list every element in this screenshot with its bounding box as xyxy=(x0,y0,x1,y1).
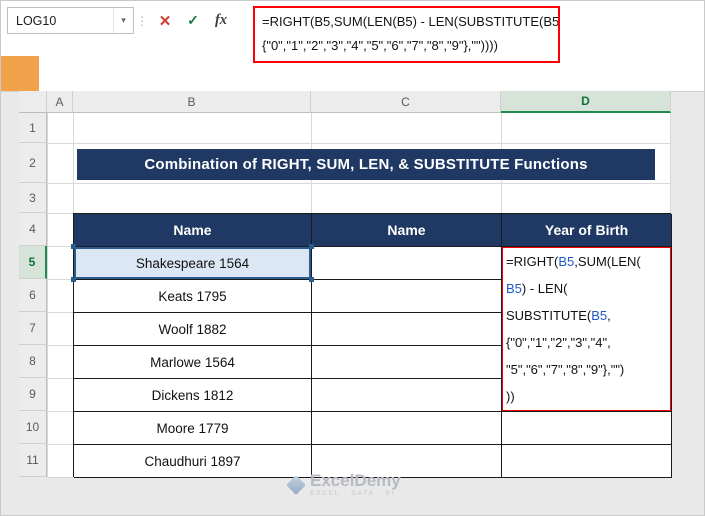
cell-C6[interactable] xyxy=(312,280,502,313)
row-header-3[interactable]: 3 xyxy=(19,183,47,213)
selection-handle[interactable] xyxy=(309,244,314,249)
row-header-10[interactable]: 10 xyxy=(19,411,47,444)
chevron-down-icon[interactable]: ▾ xyxy=(113,8,133,33)
d5-formula-line: =RIGHT(B5,SUM(LEN( xyxy=(506,254,641,269)
watermark-brand: ExcelDemy xyxy=(310,471,401,490)
cell-D5-formula[interactable]: =RIGHT(B5,SUM(LEN( B5) - LEN( SUBSTITUTE(B… xyxy=(502,247,672,412)
cell-C7[interactable] xyxy=(312,313,502,346)
d5-formula-line: SUBSTITUTE(B5, xyxy=(506,308,611,323)
column-header-A[interactable]: A xyxy=(47,91,73,113)
row-header-11[interactable]: 11 xyxy=(19,444,47,477)
title-banner: Combination of RIGHT, SUM, LEN, & SUBSTI… xyxy=(77,149,655,180)
d5-formula-line: {"0","1","2","3","4", xyxy=(506,335,611,350)
exceldemy-logo-icon xyxy=(286,474,306,495)
gridline xyxy=(47,113,48,477)
formula-bar-handle-icon[interactable]: ⋮ xyxy=(135,8,149,33)
table-header-year[interactable]: Year of Birth xyxy=(502,214,672,247)
cell-D10[interactable] xyxy=(502,412,672,445)
row-header-7[interactable]: 7 xyxy=(19,312,47,345)
row-header-5[interactable]: 5 xyxy=(19,246,47,279)
row-header-9[interactable]: 9 xyxy=(19,378,47,411)
selection-frame xyxy=(74,247,311,279)
column-header-C[interactable]: C xyxy=(311,91,501,113)
row-header-4[interactable]: 4 xyxy=(19,213,47,246)
formula-line: =RIGHT(B5,SUM(LEN(B5) - LEN(SUBSTITUTE(B… xyxy=(262,14,560,29)
enter-icon[interactable]: ✓ xyxy=(181,8,205,33)
cell-C8[interactable] xyxy=(312,346,502,379)
gridline xyxy=(47,143,671,144)
cell-B7[interactable]: Woolf 1882 xyxy=(74,313,312,346)
table-header-name-b[interactable]: Name xyxy=(74,214,312,247)
select-all-corner[interactable] xyxy=(19,91,47,113)
cell-B10[interactable]: Moore 1779 xyxy=(74,412,312,445)
cell-B9[interactable]: Dickens 1812 xyxy=(74,379,312,412)
d5-formula-line: B5) - LEN( xyxy=(506,281,568,296)
cell-C9[interactable] xyxy=(312,379,502,412)
name-box-value: LOG10 xyxy=(16,13,57,28)
watermark-tagline: EXCEL · DATA · BI xyxy=(310,490,396,497)
insert-function-icon[interactable]: fx xyxy=(209,8,233,33)
formula-line: {"0","1","2","3","4","5","6","7","8","9"… xyxy=(262,38,498,53)
name-box[interactable]: LOG10 ▾ xyxy=(7,7,134,34)
selection-handle[interactable] xyxy=(309,277,314,282)
row-header-6[interactable]: 6 xyxy=(19,279,47,312)
d5-formula-text: =RIGHT(B5,SUM(LEN( B5) - LEN( SUBSTITUTE(B… xyxy=(506,248,669,410)
d5-formula-line: )) xyxy=(506,389,515,404)
column-header-B[interactable]: B xyxy=(73,91,311,113)
row-header-8[interactable]: 8 xyxy=(19,345,47,378)
watermark: ExcelDemy EXCEL · DATA · BI xyxy=(286,471,401,498)
cell-B6[interactable]: Keats 1795 xyxy=(74,280,312,313)
selection-handle[interactable] xyxy=(71,277,76,282)
row-header-2[interactable]: 2 xyxy=(19,143,47,183)
row-header-1[interactable]: 1 xyxy=(19,113,47,143)
cell-B5[interactable]: Shakespeare 1564 xyxy=(71,244,314,282)
d5-formula-line: "5","6","7","8","9"},"") xyxy=(506,362,625,377)
cell-D11[interactable] xyxy=(502,445,672,478)
cell-B11[interactable]: Chaudhuri 1897 xyxy=(74,445,312,478)
table-header-name-c[interactable]: Name xyxy=(312,214,502,247)
cell-C10[interactable] xyxy=(312,412,502,445)
excel-window: LOG10 ▾ ⋮ ✕ ✓ fx =RIGHT(B5,SUM(LEN( B5) -… xyxy=(0,0,705,516)
data-table: Name Name Year of Birth Shakespeare 1564… xyxy=(71,213,672,478)
gridline xyxy=(47,183,671,184)
ribbon-fragment xyxy=(1,56,39,91)
cell-C5[interactable] xyxy=(312,247,502,280)
column-header-D[interactable]: D xyxy=(501,91,671,113)
cell-B8[interactable]: Marlowe 1564 xyxy=(74,346,312,379)
formula-input[interactable]: =RIGHT(B5,SUM(LEN(B5) - LEN(SUBSTITUTE(B… xyxy=(253,6,560,63)
cancel-icon[interactable]: ✕ xyxy=(153,8,177,33)
selection-handle[interactable] xyxy=(71,244,76,249)
